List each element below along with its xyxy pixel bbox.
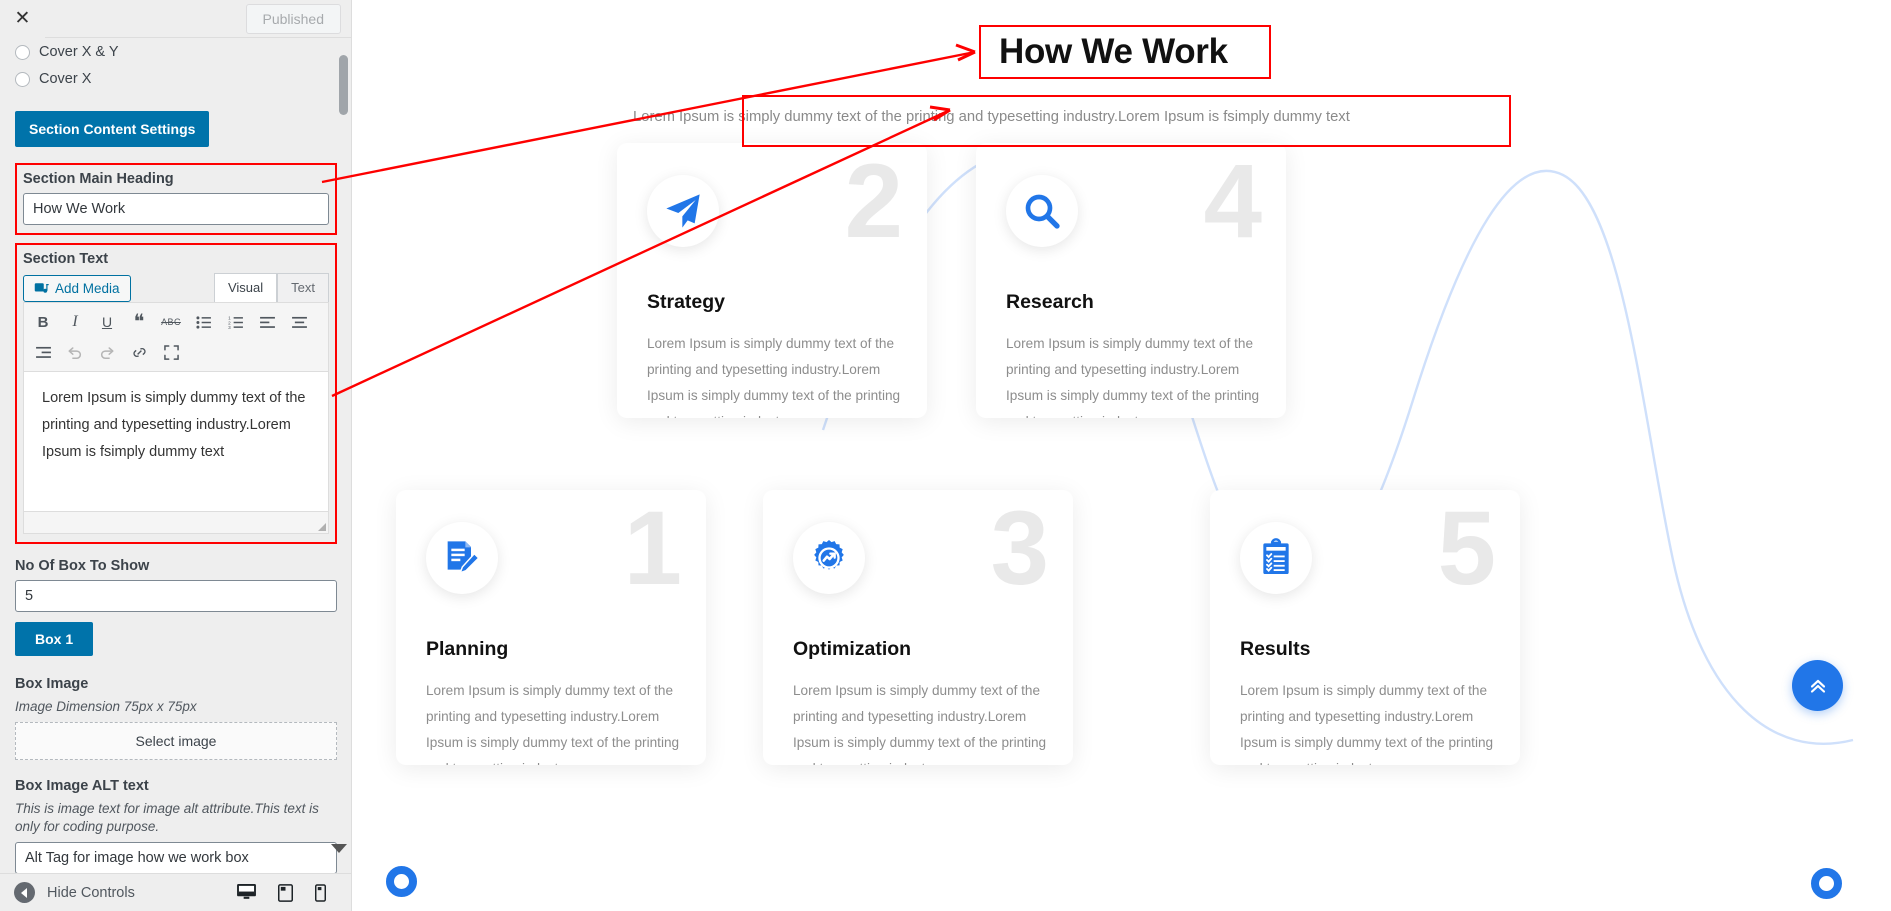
section-text-label: Section Text xyxy=(23,251,109,267)
background-curve-decoration xyxy=(821,148,1854,745)
magnifier-icon xyxy=(1006,175,1078,247)
add-media-label: Add Media xyxy=(55,281,120,296)
feature-card-results[interactable]: 5 Results Lorem Ipsum is simply dummy te… xyxy=(1210,490,1520,765)
card-number-watermark: 4 xyxy=(1203,143,1262,260)
scroll-to-top-button[interactable] xyxy=(1792,660,1843,711)
select-image-button[interactable]: Select image xyxy=(15,722,337,760)
section-main-heading-label: Section Main Heading xyxy=(23,171,174,187)
align-center-icon[interactable] xyxy=(284,308,314,336)
collapse-sidebar-button[interactable] xyxy=(14,882,35,903)
radio-label: Cover X & Y xyxy=(39,44,119,60)
box-image-alt-label: Box Image ALT text xyxy=(15,778,149,794)
feature-card-research[interactable]: 4 Research Lorem Ipsum is simply dummy t… xyxy=(976,143,1286,418)
box-image-help: Image Dimension 75px x 75px xyxy=(15,699,197,714)
mobile-preview-icon[interactable] xyxy=(315,883,326,902)
customizer-footer: Hide Controls xyxy=(0,873,351,911)
undo-icon[interactable] xyxy=(60,338,90,366)
tab-text[interactable]: Text xyxy=(277,273,329,302)
editor-tabs: Visual Text xyxy=(213,273,329,302)
strikethrough-icon[interactable]: ABC xyxy=(156,308,186,336)
box-image-alt-input[interactable] xyxy=(15,842,337,873)
radio-label: Cover X xyxy=(39,71,92,87)
section-main-heading-input[interactable] xyxy=(23,193,329,225)
align-left-icon[interactable] xyxy=(252,308,282,336)
decorative-ring-right xyxy=(1811,868,1842,899)
tablet-preview-icon[interactable] xyxy=(278,883,293,902)
italic-icon[interactable]: I xyxy=(60,308,90,336)
editor-toolbar: B I U ❝ ABC 123 xyxy=(23,302,329,372)
editor-resize-handle[interactable] xyxy=(23,512,329,534)
card-title: Results xyxy=(1240,638,1311,660)
gear-trend-icon xyxy=(793,522,865,594)
blockquote-icon[interactable]: ❝ xyxy=(124,308,154,336)
card-number-watermark: 5 xyxy=(1437,490,1496,607)
chevron-down-icon[interactable] xyxy=(331,844,347,853)
bold-icon[interactable]: B xyxy=(28,308,58,336)
insert-link-icon[interactable] xyxy=(124,338,154,366)
customizer-controls: Cover X & Y Cover X Section Content Sett… xyxy=(0,38,351,873)
editor-top-row: Add Media Visual Text xyxy=(23,273,329,302)
card-body-text: Lorem Ipsum is simply dummy text of the … xyxy=(1240,683,1494,765)
radio-circle-icon xyxy=(15,44,30,60)
desktop-preview-icon[interactable] xyxy=(237,884,256,902)
feature-card-planning[interactable]: 1 Planning Lorem Ipsum is simply dummy t… xyxy=(396,490,706,765)
box-image-label: Box Image xyxy=(15,676,89,692)
numbered-list-icon[interactable]: 123 xyxy=(220,308,250,336)
card-number-watermark: 2 xyxy=(844,143,903,260)
hide-controls-label: Hide Controls xyxy=(47,884,135,901)
card-title: Planning xyxy=(426,638,509,660)
card-number-watermark: 1 xyxy=(623,490,682,607)
chevron-left-icon xyxy=(20,887,27,898)
tab-visual[interactable]: Visual xyxy=(213,273,278,302)
card-title: Research xyxy=(1006,291,1094,313)
document-pencil-icon xyxy=(426,522,498,594)
publish-button[interactable]: Published xyxy=(245,3,341,34)
feature-card-optimization[interactable]: 3 Optimization Lorem Ipsum is simply dum… xyxy=(763,490,1073,765)
device-preview-buttons xyxy=(237,883,338,902)
card-title: Optimization xyxy=(793,638,912,660)
card-number-watermark: 3 xyxy=(990,490,1049,607)
no-of-box-label: No Of Box To Show xyxy=(15,558,150,574)
box-image-alt-group: Box Image ALT text This is image text fo… xyxy=(15,778,337,873)
card-body-text: Lorem Ipsum is simply dummy text of the … xyxy=(426,683,680,765)
clipboard-check-icon xyxy=(1240,522,1312,594)
sidebar-scrollbar[interactable] xyxy=(339,55,348,115)
fullscreen-icon[interactable] xyxy=(156,338,186,366)
radio-option-cover-x-y[interactable]: Cover X & Y xyxy=(15,44,337,60)
card-body-text: Lorem Ipsum is simply dummy text of the … xyxy=(1006,336,1260,418)
svg-text:3: 3 xyxy=(228,325,231,329)
no-of-box-input[interactable] xyxy=(15,580,337,612)
no-of-box-group: No Of Box To Show xyxy=(15,558,337,612)
radio-circle-icon xyxy=(15,71,30,87)
box-image-alt-help: This is image text for image alt attribu… xyxy=(15,801,319,834)
close-icon[interactable]: ✕ xyxy=(0,0,45,38)
section-text-content: Lorem Ipsum is simply dummy text of the … xyxy=(42,390,306,460)
card-body-text: Lorem Ipsum is simply dummy text of the … xyxy=(647,336,901,418)
feature-card-strategy[interactable]: 2 Strategy Lorem Ipsum is simply dummy t… xyxy=(617,143,927,418)
box-1-tab-button[interactable]: Box 1 xyxy=(15,622,94,656)
customizer-panel: ✕ Published Cover X & Y Cover X Section … xyxy=(0,0,352,911)
redo-icon[interactable] xyxy=(92,338,122,366)
underline-icon[interactable]: U xyxy=(92,308,122,336)
site-preview-frame: How We Work Lorem Ipsum is simply dummy … xyxy=(353,0,1891,911)
decorative-ring-left xyxy=(386,866,417,897)
card-title: Strategy xyxy=(647,291,726,313)
section-content-settings-button[interactable]: Section Content Settings xyxy=(15,111,210,147)
add-media-button[interactable]: Add Media xyxy=(23,275,131,302)
section-text-editor[interactable]: Lorem Ipsum is simply dummy text of the … xyxy=(23,372,329,512)
customizer-header: ✕ Published xyxy=(0,0,351,38)
bulleted-list-icon[interactable] xyxy=(188,308,218,336)
box-image-group: Box Image Image Dimension 75px x 75px Se… xyxy=(15,676,337,760)
media-icon xyxy=(34,283,49,293)
page-subtitle: Lorem Ipsum is simply dummy text of the … xyxy=(633,109,1350,125)
section-main-heading-group: Section Main Heading xyxy=(15,163,337,235)
radio-option-cover-x[interactable]: Cover X xyxy=(15,71,337,87)
card-body-text: Lorem Ipsum is simply dummy text of the … xyxy=(793,683,1047,765)
paper-plane-icon xyxy=(647,175,719,247)
page-title: How We Work xyxy=(999,32,1228,71)
double-chevron-up-icon xyxy=(1810,679,1825,693)
section-text-group: Section Text Add Media Visual Text B I U… xyxy=(15,243,337,544)
align-right-icon[interactable] xyxy=(28,338,58,366)
